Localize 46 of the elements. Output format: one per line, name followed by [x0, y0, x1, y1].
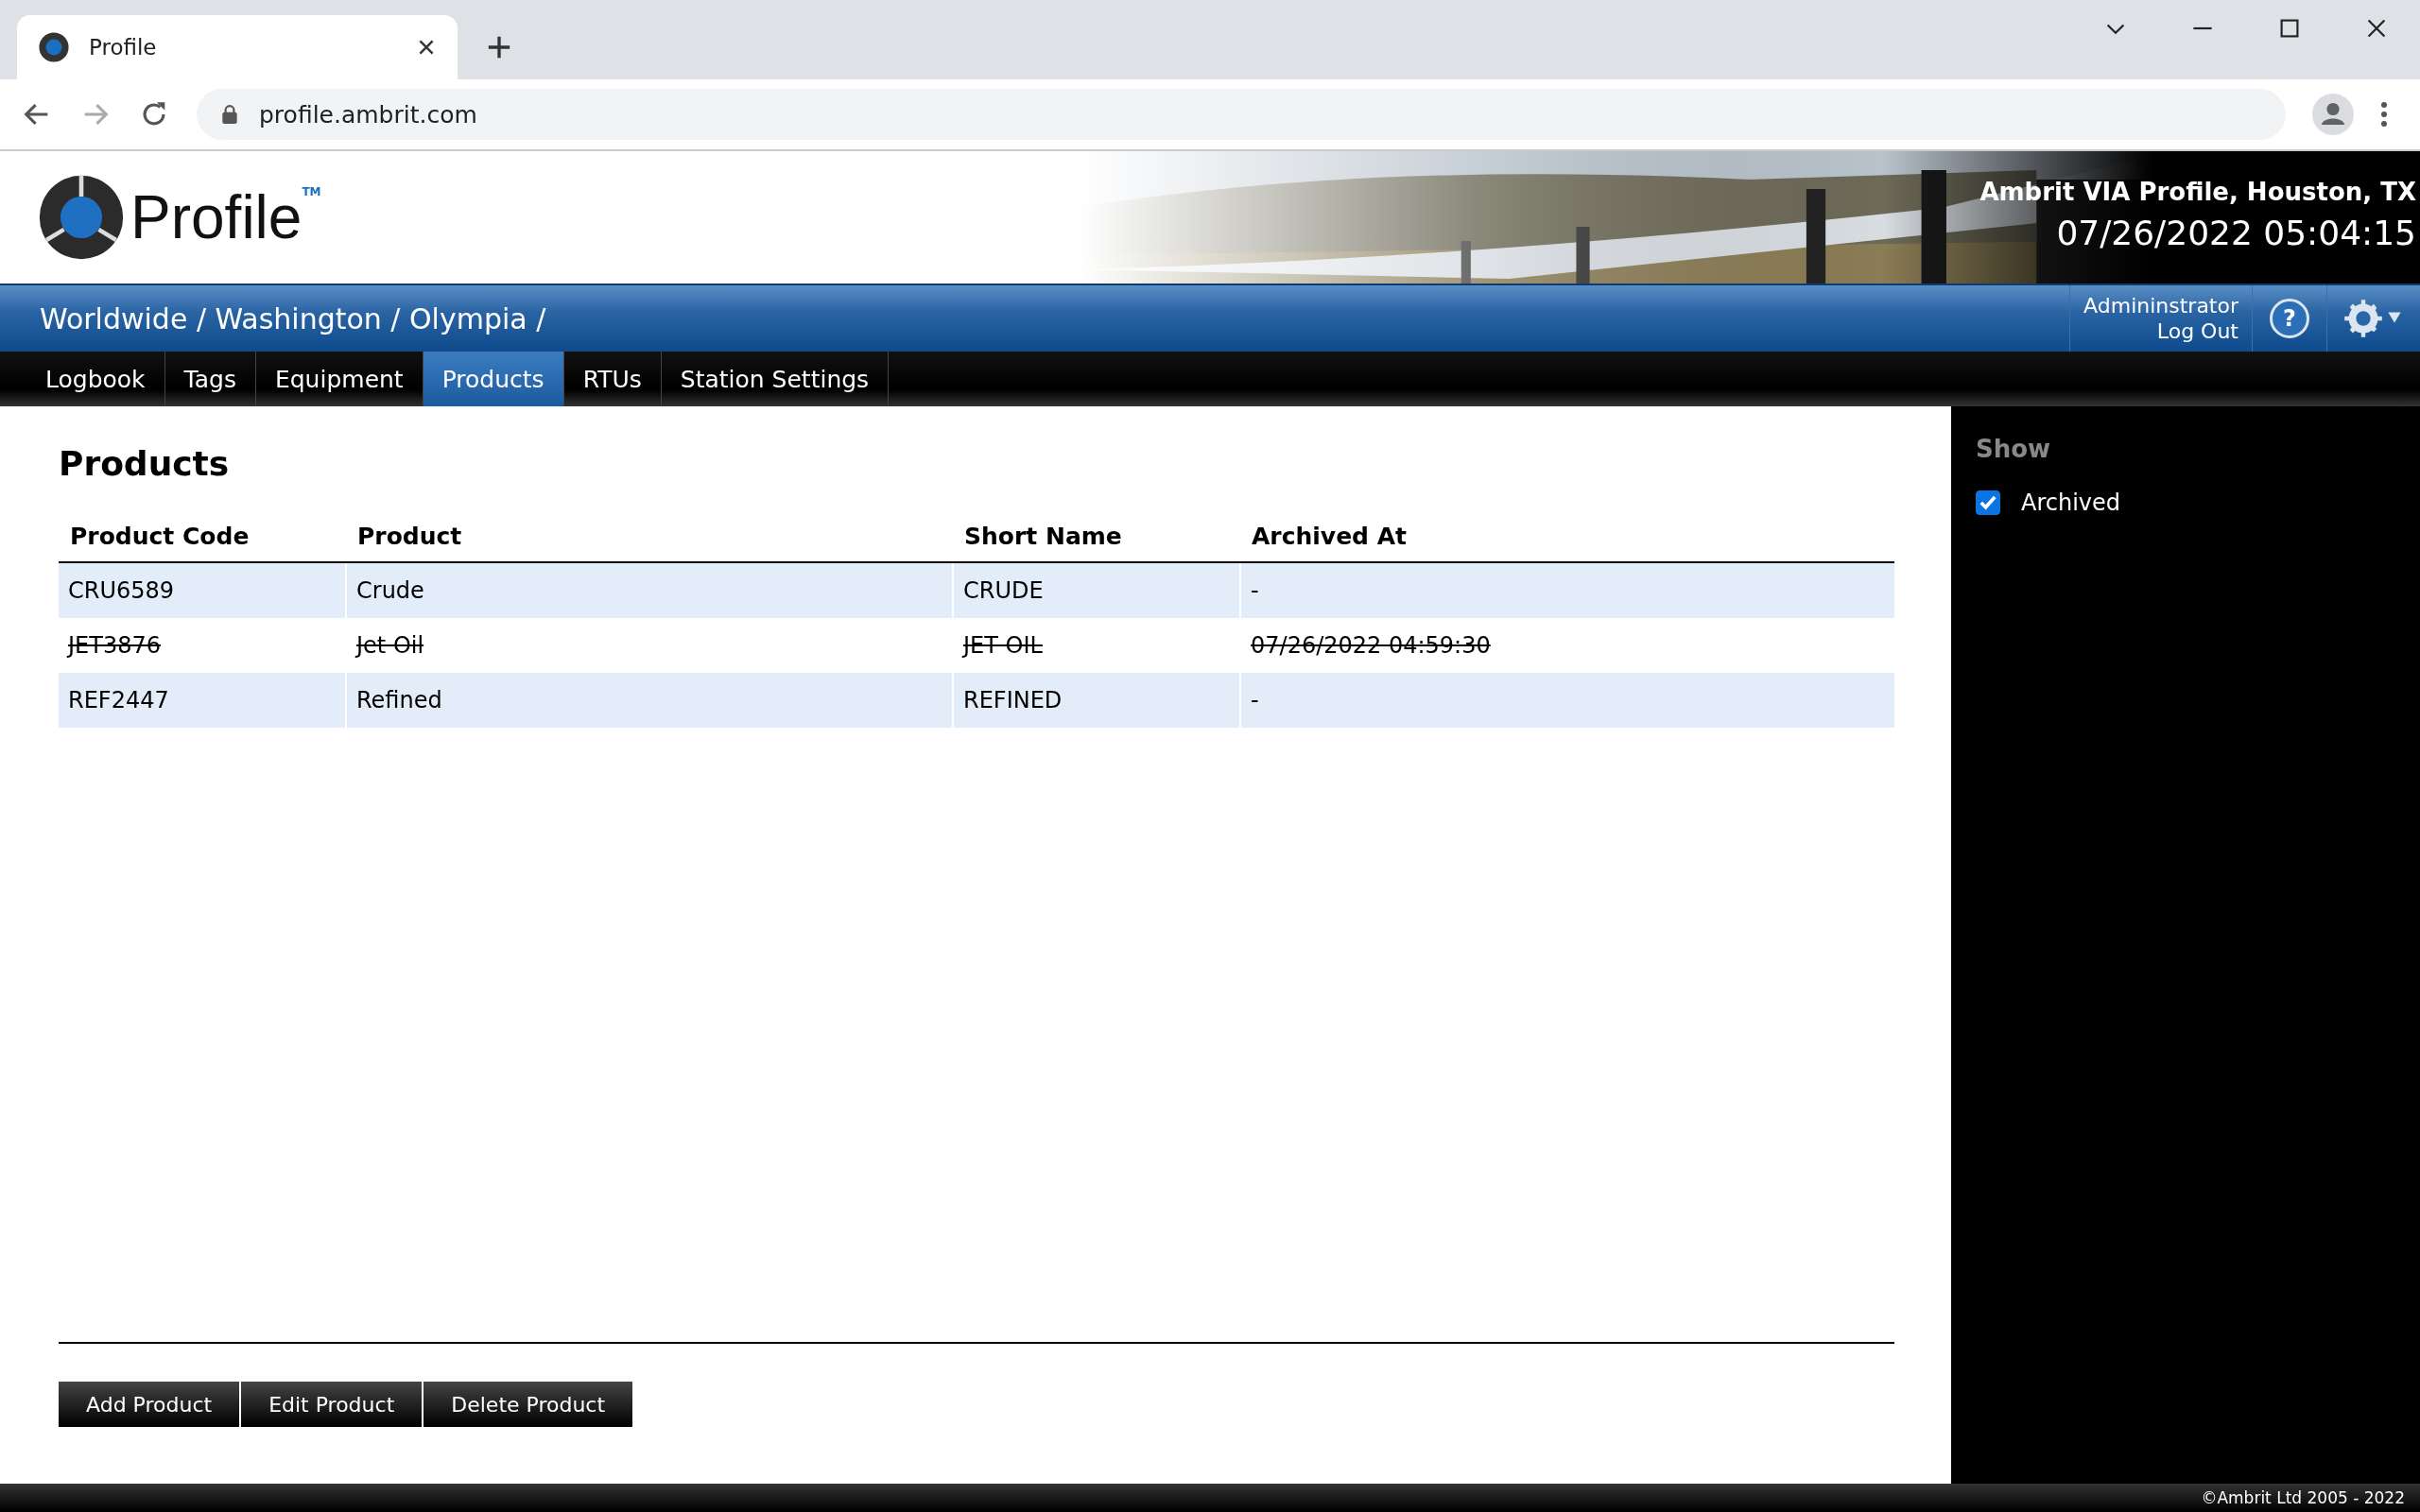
table-cell: CRUDE	[953, 562, 1240, 618]
logo-text: Profile	[130, 182, 302, 252]
address-bar[interactable]: profile.ambrit.com	[197, 89, 2286, 140]
maximize-icon[interactable]	[2278, 17, 2301, 40]
plus-icon[interactable]	[486, 34, 512, 60]
table-cell: Jet Oil	[346, 618, 953, 673]
checkbox-label: Archived	[2021, 490, 2121, 516]
action-button[interactable]: Edit Product	[241, 1382, 423, 1427]
page-title: Products	[59, 444, 230, 483]
trademark: TM	[302, 185, 321, 198]
nav-tab[interactable]: Logbook	[26, 352, 165, 406]
lock-icon	[221, 104, 238, 125]
table-cell: REF2447	[59, 673, 346, 728]
table-cell: REFINED	[953, 673, 1240, 728]
nav-tab[interactable]: Equipment	[255, 352, 424, 406]
table-cell: 07/26/2022 04:59:30	[1240, 618, 1894, 673]
nav-tab[interactable]: Tags	[164, 352, 256, 406]
nav-tab[interactable]: Station Settings	[661, 352, 890, 406]
menu-icon[interactable]	[2380, 101, 2388, 128]
nav-tab[interactable]: Products	[423, 352, 564, 406]
profile-icon[interactable]	[2312, 94, 2354, 135]
nav-tab[interactable]: RTUs	[563, 352, 662, 406]
help-button[interactable]: ?	[2270, 299, 2309, 338]
date-time: 07/26/2022 05:04:15	[2055, 214, 2416, 252]
logo-icon	[38, 31, 70, 63]
tab-title: Profile	[89, 35, 158, 60]
table-cell: Crude	[346, 562, 953, 618]
table-cell: -	[1240, 673, 1894, 728]
table-cell: JET3876	[59, 618, 346, 673]
table-cell: Refined	[346, 673, 953, 728]
close-icon[interactable]	[2365, 17, 2388, 40]
user-name: Admininstrator	[2083, 292, 2238, 318]
table-cell: CRU6589	[59, 562, 346, 618]
logo-icon	[38, 174, 125, 261]
browser-tab[interactable]: Profile	[17, 15, 458, 79]
section-title: Show	[1976, 435, 2052, 463]
table-cell: JET OIL	[953, 618, 1240, 673]
checkbox[interactable]	[1976, 490, 2000, 515]
copyright: ©Ambrit Ltd 2005 - 2022	[2201, 1488, 2405, 1507]
logout-link[interactable]: Log Out	[2156, 318, 2238, 345]
action-button[interactable]: Add Product	[59, 1382, 240, 1427]
table-cell: -	[1240, 562, 1894, 618]
site-name: Ambrit VIA Profile, Houston, TX	[1979, 178, 2416, 206]
url-text: profile.ambrit.com	[259, 100, 477, 129]
breadcrumb: Worldwide / Washington / Olympia /	[39, 301, 547, 335]
action-button[interactable]: Delete Product	[424, 1382, 633, 1427]
